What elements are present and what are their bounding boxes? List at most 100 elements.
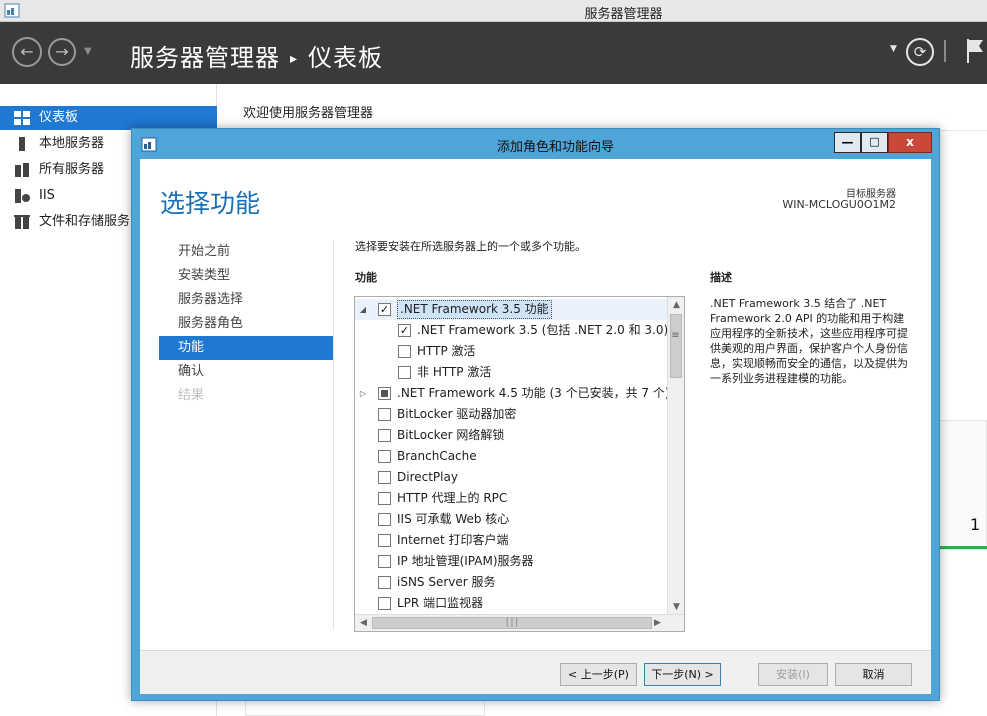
feature-checkbox[interactable]: ✓ [378, 303, 391, 316]
steps-divider [333, 240, 334, 630]
scroll-grip-icon: ≡ [671, 330, 680, 341]
minimize-icon[interactable]: — [834, 132, 861, 153]
feature-row[interactable]: IP 地址管理(IPAM)服务器 [355, 551, 667, 572]
step-server-roles[interactable]: 服务器角色 [159, 312, 333, 336]
close-icon[interactable]: x [888, 132, 932, 153]
target-server-name: WIN-MCLOGU0O1M2 [782, 198, 896, 211]
feature-row[interactable]: HTTP 代理上的 RPC [355, 488, 667, 509]
tile-count: 1 [970, 515, 981, 534]
wizard-steps-nav: 开始之前 安装类型 服务器选择 服务器角色 功能 确认 结果 [159, 240, 333, 408]
scroll-down-icon[interactable]: ▼ [668, 602, 684, 612]
feature-row[interactable]: ✓ .NET Framework 3.5 (包括 .NET 2.0 和 3.0) [355, 320, 668, 341]
breadcrumb-separator: ▸ [290, 51, 299, 67]
refresh-dropdown-icon[interactable]: ▼ [890, 44, 897, 54]
scroll-right-icon[interactable]: ▶ [649, 618, 666, 628]
dashboard-tile-row [245, 700, 485, 716]
scroll-up-icon[interactable]: ▲ [668, 300, 684, 310]
sidebar-item-dashboard[interactable]: 仪表板 [0, 106, 217, 130]
servers-icon [15, 163, 29, 177]
feature-checkbox[interactable] [398, 366, 411, 379]
feature-checkbox[interactable] [378, 408, 391, 421]
instruction-text: 选择要安装在所选服务器上的一个或多个功能。 [355, 240, 586, 253]
header-bar: ← → ▼ 服务器管理器 ▸ 仪表板 ▼ ⟳ [0, 22, 987, 84]
window-titlebar: 服务器管理器 [0, 0, 987, 22]
next-button[interactable]: 下一步(N) > [644, 663, 721, 686]
feature-row[interactable]: Internet 打印客户端 [355, 530, 667, 551]
feature-row[interactable]: iSNS Server 服务 [355, 572, 667, 593]
wizard-title: 添加角色和功能向导 [496, 140, 614, 155]
feature-label: IIS 可承载 Web 核心 [397, 512, 510, 526]
breadcrumb-current: 仪表板 [308, 44, 384, 72]
server-icon [19, 137, 25, 151]
wizard-body: 选择功能 目标服务器 WIN-MCLOGU0O1M2 开始之前 安装类型 服务器… [140, 159, 931, 694]
feature-checkbox[interactable] [378, 429, 391, 442]
feature-label: .NET Framework 3.5 功能 [397, 300, 552, 319]
feature-row[interactable]: LPR 端口监视器 [355, 593, 667, 614]
breadcrumb: 服务器管理器 ▸ 仪表板 [130, 38, 383, 73]
history-dropdown-icon[interactable]: ▼ [84, 46, 92, 57]
feature-checkbox[interactable] [378, 492, 391, 505]
feature-row[interactable]: ◢ ✓ .NET Framework 3.5 功能 [355, 299, 667, 320]
add-roles-wizard-dialog: 添加角色和功能向导 — □ x 选择功能 目标服务器 WIN-MCLOGU0O1… [131, 128, 940, 701]
horizontal-scrollbar[interactable]: ◀ │││ ▶ [355, 614, 684, 631]
sidebar-item-label: 文件和存储服务 [39, 214, 131, 229]
vertical-scrollbar[interactable]: ▲ ≡ ▼ [667, 297, 684, 614]
feature-checkbox[interactable] [378, 555, 391, 568]
sidebar-item-label: 所有服务器 [39, 162, 105, 177]
feature-checkbox[interactable] [378, 471, 391, 484]
feature-checkbox[interactable] [378, 387, 391, 400]
breadcrumb-root[interactable]: 服务器管理器 [130, 44, 280, 72]
welcome-heading: 欢迎使用服务器管理器 [243, 106, 374, 121]
back-icon[interactable]: ← [12, 37, 42, 67]
expand-arrow-icon[interactable]: ▷ [358, 383, 368, 404]
feature-label: LPR 端口监视器 [397, 596, 484, 610]
wizard-footer: < 上一步(P) 下一步(N) > 安装(I) 取消 [140, 651, 931, 694]
feature-label: IP 地址管理(IPAM)服务器 [397, 554, 534, 568]
refresh-icon[interactable]: ⟳ [906, 38, 934, 66]
sidebar-item-label: 本地服务器 [39, 136, 105, 151]
feature-checkbox[interactable] [378, 576, 391, 589]
feature-label: BitLocker 驱动器加密 [397, 407, 517, 421]
window-title: 服务器管理器 [584, 7, 663, 22]
vertical-scroll-thumb[interactable] [670, 314, 682, 378]
feature-row[interactable]: 非 HTTP 激活 [355, 362, 667, 383]
horizontal-scroll-thumb[interactable]: │││ [372, 617, 652, 629]
cancel-button[interactable]: 取消 [835, 663, 912, 686]
feature-label: BranchCache [397, 449, 477, 463]
feature-row[interactable]: BitLocker 驱动器加密 [355, 404, 667, 425]
feature-row[interactable]: BitLocker 网络解锁 [355, 425, 667, 446]
maximize-icon[interactable]: □ [861, 132, 888, 153]
wizard-titlebar: 添加角色和功能向导 — □ x [132, 129, 939, 159]
scroll-left-icon[interactable]: ◀ [355, 618, 372, 628]
feature-checkbox[interactable] [378, 534, 391, 547]
feature-label: DirectPlay [397, 470, 458, 484]
feature-checkbox[interactable] [378, 513, 391, 526]
feature-label: HTTP 代理上的 RPC [397, 491, 508, 505]
notifications-flag-icon[interactable] [966, 38, 984, 64]
install-button: 安装(I) [758, 663, 828, 686]
features-label: 功能 [355, 271, 377, 284]
step-confirmation[interactable]: 确认 [159, 360, 333, 384]
sidebar-item-label: 仪表板 [39, 110, 79, 125]
feature-checkbox[interactable]: ✓ [398, 324, 411, 337]
tile-status-bar [935, 546, 987, 549]
feature-row[interactable]: BranchCache [355, 446, 667, 467]
feature-row[interactable]: HTTP 激活 [355, 341, 667, 362]
collapse-arrow-icon[interactable]: ◢ [358, 299, 368, 320]
feature-checkbox[interactable] [398, 345, 411, 358]
feature-label: BitLocker 网络解锁 [397, 428, 505, 442]
feature-row[interactable]: ▷ .NET Framework 4.5 功能 (3 个已安装，共 7 个) [355, 383, 670, 404]
forward-icon[interactable]: → [48, 38, 76, 66]
feature-checkbox[interactable] [378, 597, 391, 610]
feature-row[interactable]: DirectPlay [355, 467, 667, 488]
step-before-you-begin[interactable]: 开始之前 [159, 240, 333, 264]
previous-button[interactable]: < 上一步(P) [560, 663, 637, 686]
step-server-selection[interactable]: 服务器选择 [159, 288, 333, 312]
features-tree[interactable]: ◢ ✓ .NET Framework 3.5 功能 ✓ .NET Framework 3… [354, 296, 685, 632]
feature-row[interactable]: IIS 可承载 Web 核心 [355, 509, 667, 530]
dashboard-icon [14, 111, 30, 125]
feature-checkbox[interactable] [378, 450, 391, 463]
step-features[interactable]: 功能 [159, 336, 333, 360]
feature-label: iSNS Server 服务 [397, 575, 496, 589]
step-installation-type[interactable]: 安装类型 [159, 264, 333, 288]
